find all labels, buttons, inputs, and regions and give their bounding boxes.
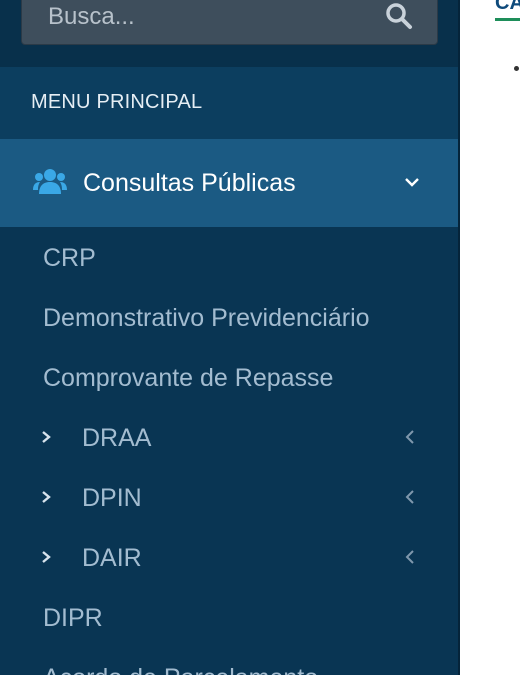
submenu-item-comprovante-de-repasse[interactable]: Comprovante de Repasse (0, 347, 458, 407)
submenu-item-label: DRAA (82, 424, 152, 452)
chevron-left-icon[interactable] (405, 489, 415, 505)
chevron-right-icon (42, 491, 51, 503)
sidebar-border (458, 0, 460, 675)
search-icon[interactable] (384, 1, 414, 31)
chevron-right-icon (42, 551, 51, 563)
search-area: Busca... (0, 0, 458, 67)
submenu-item-dair[interactable]: DAIR (0, 527, 458, 587)
sidebar-item-consultas-publicas[interactable]: Consultas Públicas (0, 139, 458, 227)
chevron-down-icon[interactable] (404, 176, 420, 188)
submenu-item-label: DAIR (82, 544, 142, 572)
submenu-item-demonstrativo-previdenciario[interactable]: Demonstrativo Previdenciário (0, 287, 458, 347)
submenu-item-label: DIPR (43, 604, 103, 632)
submenu-item-acordo-de-parcelamento[interactable]: Acordo de Parcelamento (0, 647, 458, 675)
chevron-right-icon (42, 431, 51, 443)
search-input[interactable]: Busca... (21, 0, 438, 45)
submenu-item-label: DPIN (82, 484, 142, 512)
submenu-item-label: Demonstrativo Previdenciário (43, 304, 370, 332)
submenu-item-dpin[interactable]: DPIN (0, 467, 458, 527)
search-placeholder: Busca... (48, 3, 135, 30)
sidebar: Busca... MENU PRINCIPAL Consultas Públic… (0, 0, 458, 675)
submenu-item-crp[interactable]: CRP (0, 227, 458, 287)
page-title: CA (495, 0, 520, 14)
chevron-left-icon[interactable] (405, 429, 415, 445)
menu-header: MENU PRINCIPAL (0, 67, 458, 139)
chevron-left-icon[interactable] (405, 549, 415, 565)
users-icon (33, 169, 67, 194)
submenu-item-label: Acordo de Parcelamento (43, 664, 318, 675)
submenu-item-label: CRP (43, 244, 96, 272)
menu-header-label: MENU PRINCIPAL (31, 91, 203, 113)
submenu-item-dipr[interactable]: DIPR (0, 587, 458, 647)
submenu-item-draa[interactable]: DRAA (0, 407, 458, 467)
title-underline (495, 18, 520, 21)
sidebar-item-label: Consultas Públicas (83, 169, 296, 197)
submenu-item-label: Comprovante de Repasse (43, 364, 334, 392)
list-bullet (514, 66, 519, 71)
